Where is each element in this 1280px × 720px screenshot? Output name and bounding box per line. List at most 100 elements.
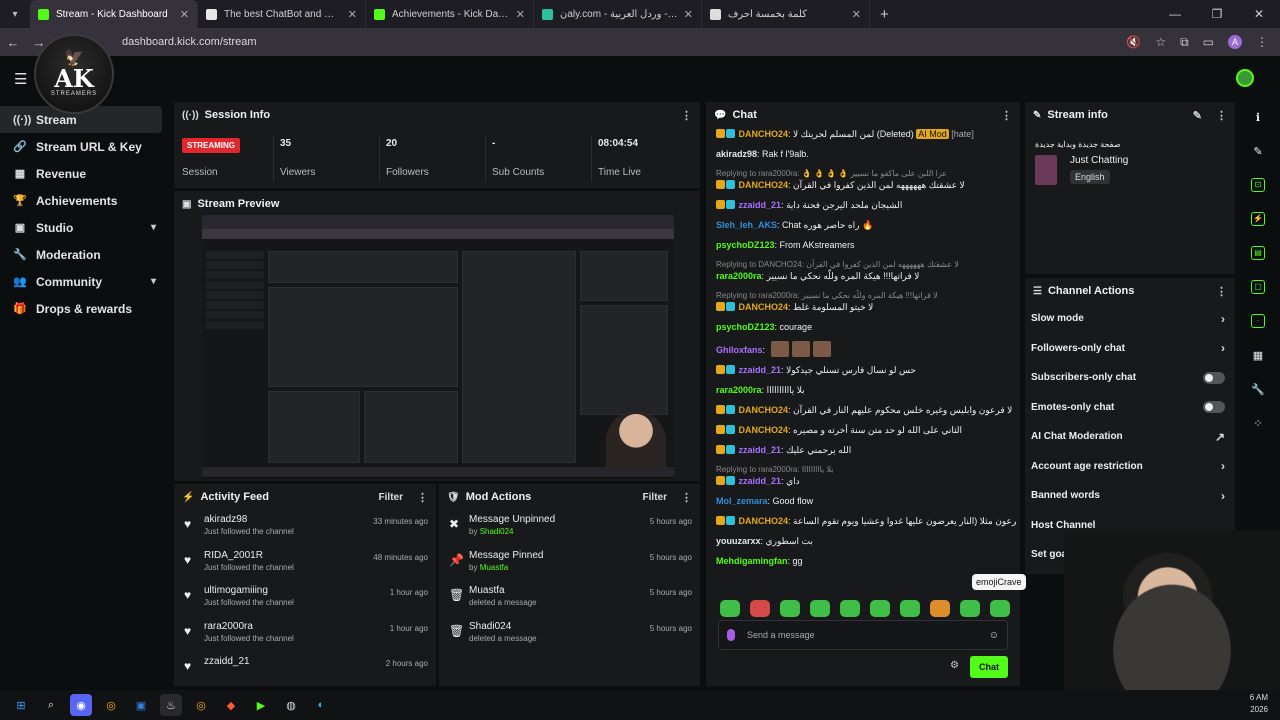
chat-username[interactable]: zzaidd_21	[739, 365, 782, 375]
back-icon[interactable]: ←	[0, 35, 26, 50]
user-avatar[interactable]	[1236, 69, 1254, 87]
obs-icon[interactable]: ◍	[280, 694, 302, 716]
new-tab-button[interactable]: +	[880, 6, 889, 23]
chat-username[interactable]: DANCHO24	[739, 425, 789, 435]
sidebar-item-stream-url-key[interactable]: 🔗 Stream URL & Key	[0, 133, 162, 160]
kebab-menu-icon[interactable]: ⋮	[681, 109, 692, 122]
chevron-down-icon[interactable]: ▾	[151, 276, 156, 287]
brave-icon[interactable]: ◆	[220, 694, 242, 716]
channel-action-slow-mode[interactable]: Slow mode ›	[1025, 304, 1235, 334]
tab-close-icon[interactable]: ✕	[684, 8, 693, 21]
reply-context[interactable]: Replying to rara2000ra: بلا يااااااااا	[716, 464, 1016, 475]
activity-username[interactable]: ultimogamiiing	[204, 585, 390, 596]
chat-message-list[interactable]: DANCHO24: لمن المسلم لحريتك لا (Deleted)…	[716, 128, 1016, 588]
mic-icon[interactable]	[727, 629, 735, 641]
chat-username[interactable]: DANCHO24	[739, 405, 789, 415]
external-link-icon[interactable]: ↗	[1215, 430, 1225, 444]
broadcast-icon[interactable]: ·	[1238, 304, 1278, 338]
reply-context[interactable]: Replying to rara2000ra: لا فراتها!!! هيك…	[716, 290, 1016, 301]
bookmark-star-icon[interactable]: ☆	[1155, 35, 1166, 49]
edit-pencil-icon[interactable]: ✎	[1193, 109, 1202, 122]
tab-close-icon[interactable]: ✕	[180, 8, 189, 21]
kebab-menu-icon[interactable]: ⋮	[681, 491, 692, 504]
edge-icon[interactable]: ◐	[310, 694, 332, 716]
windows-start-icon[interactable]: ⊞	[10, 694, 32, 716]
chat-username[interactable]: rara2000ra	[716, 385, 762, 395]
browser-tab[interactable]: كلمة بخمسة أحرف ✕	[702, 0, 870, 28]
kick-app-icon[interactable]: ▶	[250, 694, 272, 716]
chevron-down-icon[interactable]: ▾	[151, 222, 156, 233]
close-window-icon[interactable]: ✕	[1238, 0, 1280, 28]
channel-action-subscribers-only-chat[interactable]: Subscribers-only chat	[1025, 363, 1235, 393]
chevron-right-icon[interactable]: ›	[1221, 312, 1225, 326]
chat-username[interactable]: psychoDZ123	[716, 322, 775, 332]
chrome-icon[interactable]: ◎	[100, 694, 122, 716]
sidebar-item-moderation[interactable]: 🔧 Moderation	[0, 241, 162, 268]
emote-button[interactable]	[990, 600, 1010, 617]
browser-tab[interactable]: نaly.com - كلماتي - وردل العربية ✕	[534, 0, 702, 28]
activity-username[interactable]: rara2000ra	[204, 621, 390, 632]
browser-tab[interactable]: The best ChatBot and Widgets ✕	[198, 0, 366, 28]
channel-logo[interactable]: 🦅 AK STREAMERS	[34, 34, 114, 114]
emote-button[interactable]	[810, 600, 830, 617]
emote-button[interactable]	[750, 600, 770, 617]
search-icon[interactable]: ⌕	[40, 694, 62, 716]
layout-icon[interactable]: ▦	[1238, 338, 1278, 372]
channel-action-ai-chat-moderation[interactable]: AI Chat Moderation ↗	[1025, 422, 1235, 452]
chat-username[interactable]: Mehdigamingfan	[716, 556, 788, 566]
chat-username[interactable]: DANCHO24	[739, 129, 789, 139]
lightning-icon[interactable]: ⚡	[1238, 202, 1278, 236]
chat-username[interactable]: Mol_zemara	[716, 496, 768, 506]
emote-button[interactable]	[960, 600, 980, 617]
info-icon[interactable]: ℹ	[1238, 100, 1278, 134]
restore-icon[interactable]: ❐	[1196, 0, 1238, 28]
discord-icon[interactable]: ◉	[70, 694, 92, 716]
channel-action-emotes-only-chat[interactable]: Emotes-only chat	[1025, 393, 1235, 423]
chat-bubble-icon[interactable]: ▢	[1238, 270, 1278, 304]
chat-username[interactable]: Sleh_leh_AKS	[716, 220, 777, 230]
minimize-icon[interactable]: —	[1154, 0, 1196, 28]
emote-button[interactable]	[900, 600, 920, 617]
mute-site-icon[interactable]: 🔇	[1126, 35, 1141, 49]
wrench-icon[interactable]: 🔧	[1238, 372, 1278, 406]
kebab-menu-icon[interactable]: ⋮	[1001, 109, 1012, 122]
browser-tab[interactable]: Stream - Kick Dashboard ✕	[30, 0, 198, 28]
emote-button[interactable]	[720, 600, 740, 617]
mod-action-user[interactable]: Muastfa	[480, 563, 508, 572]
chrome-active-icon[interactable]: ◎	[190, 694, 212, 716]
tab-list-button[interactable]: ▾	[6, 5, 24, 23]
emote-button[interactable]	[870, 600, 890, 617]
chat-username[interactable]: DANCHO24	[739, 516, 789, 526]
kebab-menu-icon[interactable]: ⋮	[1216, 109, 1227, 122]
sidebar-item-community[interactable]: 👥 Community ▾	[0, 268, 162, 295]
browser-tab[interactable]: Achievements - Kick Dashboard ✕	[366, 0, 534, 28]
camera-focus-icon[interactable]: ⊡	[1238, 168, 1278, 202]
chat-username[interactable]: DANCHO24	[739, 302, 789, 312]
chat-username[interactable]: zzaidd_21	[739, 200, 782, 210]
channel-action-account-age-restriction[interactable]: Account age restriction ›	[1025, 452, 1235, 482]
toggle-switch[interactable]	[1203, 371, 1225, 384]
activity-username[interactable]: RIDA_2001R	[204, 550, 373, 561]
edit-icon[interactable]: ✎	[1238, 134, 1278, 168]
steam-icon[interactable]: ♨	[160, 694, 182, 716]
chat-settings-gear-icon[interactable]: ⚙	[950, 660, 959, 671]
channel-action-followers-only-chat[interactable]: Followers-only chat ›	[1025, 334, 1235, 364]
chat-username[interactable]: Ghiloxfans	[716, 345, 763, 355]
sidebar-item-drops-rewards[interactable]: 🎁 Drops & rewards	[0, 295, 162, 322]
tab-close-icon[interactable]: ✕	[348, 8, 357, 21]
emote-button[interactable]	[930, 600, 950, 617]
chat-username[interactable]: rara2000ra	[716, 271, 762, 281]
chat-username[interactable]: psychoDZ123	[716, 240, 775, 250]
activity-username[interactable]: akiradz98	[204, 514, 373, 525]
sidebar-item-revenue[interactable]: ▦ Revenue	[0, 160, 162, 187]
toggle-switch[interactable]	[1203, 401, 1225, 414]
chat-username[interactable]: zzaidd_21	[739, 445, 782, 455]
url-field[interactable]: dashboard.kick.com/stream	[60, 32, 1126, 52]
kebab-menu-icon[interactable]: ⋮	[1216, 285, 1227, 298]
activity-username[interactable]: zzaidd_21	[204, 656, 386, 667]
tab-close-icon[interactable]: ✕	[516, 8, 525, 21]
emoji-picker-icon[interactable]: ☺	[989, 630, 999, 641]
hamburger-menu-icon[interactable]: ☰	[14, 70, 27, 88]
filter-button[interactable]: Filter	[379, 492, 403, 503]
tab-close-icon[interactable]: ✕	[852, 8, 861, 21]
